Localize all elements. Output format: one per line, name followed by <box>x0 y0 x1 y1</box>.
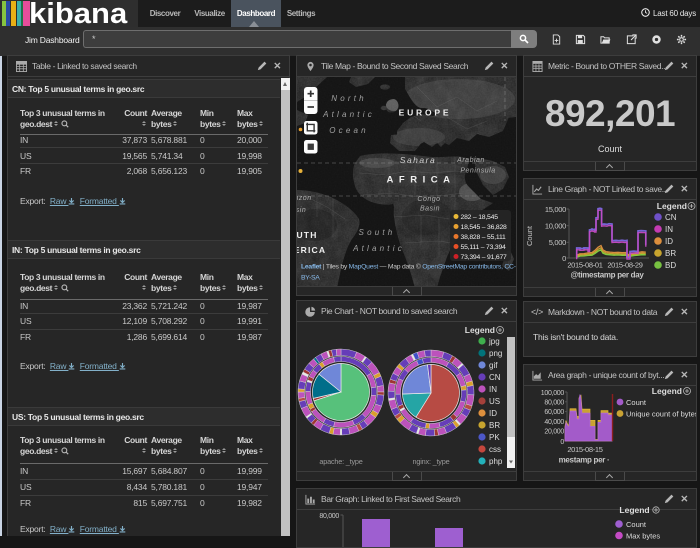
svg-text:100,000: 100,000 <box>541 390 565 397</box>
svg-text:Arabian: Arabian <box>456 157 485 164</box>
svg-text:2015-08-01: 2015-08-01 <box>567 261 602 270</box>
svg-text:nginx: _type: nginx: _type <box>413 457 450 466</box>
svg-text:60,000: 60,000 <box>544 409 564 416</box>
svg-text:CN: CN <box>489 373 501 382</box>
svg-text:Legend: Legend <box>465 325 495 335</box>
svg-text:Sahara: Sahara <box>400 155 436 165</box>
svg-text:80,000: 80,000 <box>319 513 339 520</box>
svg-text:Unique count of bytes: Unique count of bytes <box>626 410 696 419</box>
svg-text:IN: IN <box>489 385 497 394</box>
svg-text:0: 0 <box>562 254 566 263</box>
svg-text:Legend: Legend <box>657 201 687 211</box>
svg-text:BY-SA: BY-SA <box>301 275 320 282</box>
svg-text:apache: _type: apache: _type <box>319 457 362 466</box>
svg-text:css: css <box>489 445 501 454</box>
svg-text:73,394 – 91,677: 73,394 – 91,677 <box>461 254 508 261</box>
svg-text:Max bytes: Max bytes <box>626 532 660 541</box>
svg-text:EUROPE: EUROPE <box>399 108 452 118</box>
svg-text:Ocean: Ocean <box>329 126 369 135</box>
svg-text:2015-08-29: 2015-08-29 <box>607 261 642 270</box>
svg-text:38,828 – 55,111: 38,828 – 55,111 <box>461 234 507 241</box>
svg-text:2015-08-15: 2015-08-15 <box>567 445 602 454</box>
svg-text:North: North <box>331 94 367 103</box>
svg-text:Atlantic: Atlantic <box>322 110 375 119</box>
svg-text:BR: BR <box>489 421 500 430</box>
svg-text:Count: Count <box>525 225 534 246</box>
svg-text:PK: PK <box>489 433 500 442</box>
svg-text:10,000: 10,000 <box>545 222 566 231</box>
svg-text:mestamp per ·: mestamp per · <box>559 456 610 465</box>
svg-text:jpg: jpg <box>488 337 500 346</box>
svg-text:ID: ID <box>665 237 673 246</box>
svg-text:80,000: 80,000 <box>544 400 564 407</box>
svg-text:ID: ID <box>489 409 497 418</box>
svg-text:40,000: 40,000 <box>544 419 564 426</box>
svg-text:sin: sin <box>297 207 306 214</box>
svg-text:0: 0 <box>560 439 564 446</box>
svg-text:Peninsula: Peninsula <box>460 168 495 175</box>
svg-text:ERICA: ERICA <box>297 245 326 255</box>
svg-text:nzon: nzon <box>297 195 312 202</box>
svg-text:20,000: 20,000 <box>544 429 564 436</box>
svg-text:@timestamp per day: @timestamp per day <box>570 271 644 280</box>
svg-text:282 – 18,545: 282 – 18,545 <box>461 214 499 221</box>
svg-text:php: php <box>489 457 503 466</box>
svg-text:Congo: Congo <box>417 196 440 203</box>
svg-text:18,545 – 36,828: 18,545 – 36,828 <box>461 224 508 231</box>
svg-text:gif: gif <box>489 361 498 370</box>
svg-text:55,111 – 73,394: 55,111 – 73,394 <box>461 244 507 251</box>
svg-text:Legend: Legend <box>652 386 682 396</box>
svg-text:Count: Count <box>626 398 647 407</box>
svg-text:Leaflet | Tiles by MapQuest —: Leaflet | Tiles by MapQuest — Map data ©… <box>301 263 516 271</box>
svg-text:5,000: 5,000 <box>549 238 566 247</box>
svg-text:BR: BR <box>665 249 676 258</box>
svg-text:IN: IN <box>665 225 673 234</box>
svg-text:BD: BD <box>665 261 676 270</box>
svg-text:US: US <box>489 397 500 406</box>
svg-text:CN: CN <box>665 213 677 222</box>
svg-text:UTH: UTH <box>297 230 318 240</box>
svg-text:Basin: Basin <box>420 206 440 213</box>
svg-text:Atlantic: Atlantic <box>352 244 405 253</box>
svg-text:png: png <box>489 349 502 358</box>
svg-text:Count: Count <box>626 520 647 529</box>
svg-text:15,000: 15,000 <box>545 205 566 214</box>
svg-text:South: South <box>359 228 396 237</box>
svg-text:AFRICA: AFRICA <box>387 175 456 186</box>
